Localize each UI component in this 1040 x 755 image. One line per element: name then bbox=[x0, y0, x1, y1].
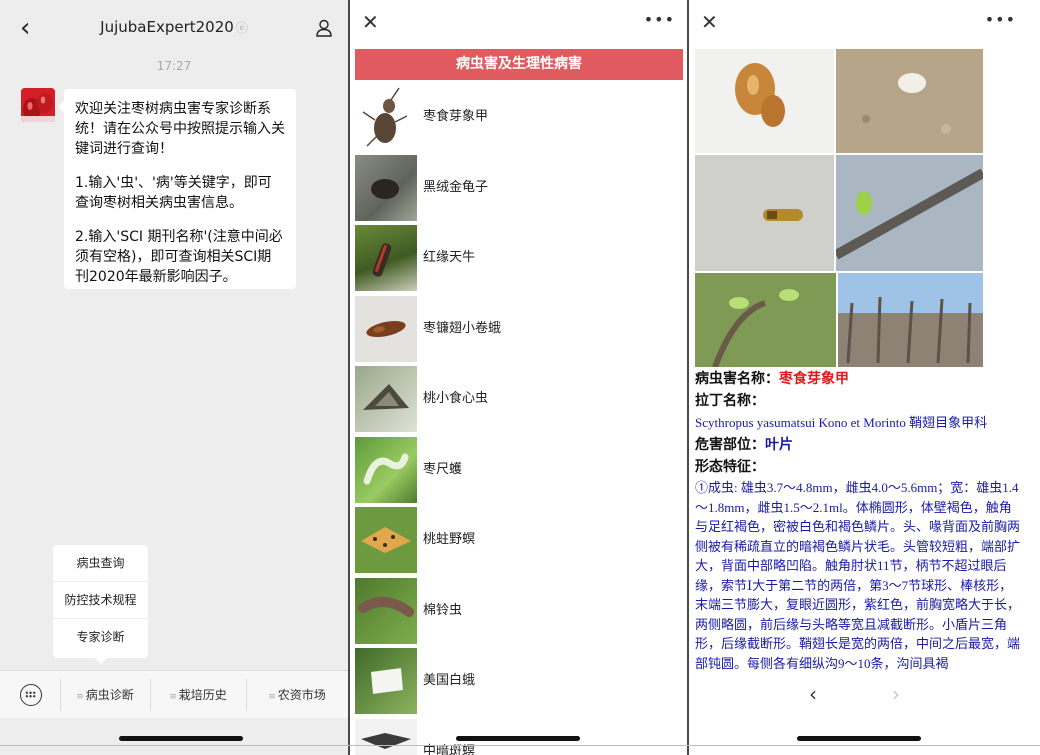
submenu-pest-query[interactable]: 病虫查询 bbox=[53, 545, 148, 582]
damage-part-value: 叶片 bbox=[765, 437, 793, 453]
list-item[interactable]: 桃蛀野螟 bbox=[355, 505, 683, 576]
menu-label: 栽培历史 bbox=[178, 688, 227, 702]
official-account-menu-bar: ≡ 病虫诊断 ≡ 栽培历史 ≡ 农资市场 bbox=[0, 670, 348, 718]
chat-top-bar: ‹ JujubaExpert2020 ⓔ bbox=[0, 0, 348, 56]
message-paragraph: 2.输入'SCI 期刊名称'(注意中间必须有空格)，即可查询相关SCI期刊202… bbox=[75, 229, 283, 285]
more-icon[interactable]: ••• bbox=[985, 10, 1016, 29]
pest-name: 枣镰翅小卷蛾 bbox=[423, 320, 502, 336]
pest-thumbnail bbox=[355, 718, 417, 755]
ear-icon: ⓔ bbox=[235, 21, 248, 35]
pest-photo-gallery bbox=[695, 49, 983, 367]
forward-arrow-icon[interactable]: › bbox=[892, 682, 900, 706]
menu-label: 农资市场 bbox=[277, 688, 326, 702]
list-item[interactable]: 枣镰翅小卷蛾 bbox=[355, 294, 683, 365]
menu-lines-icon: ≡ bbox=[268, 692, 276, 702]
menu-label: 病虫诊断 bbox=[85, 688, 134, 702]
latin-name-value: Scythropus yasumatsui Kono et Morinto 鞘翅… bbox=[695, 415, 988, 430]
pest-photo[interactable] bbox=[838, 273, 983, 367]
pest-photo[interactable] bbox=[836, 155, 983, 271]
latin-name-label: 拉丁名称： bbox=[695, 393, 765, 409]
home-indicator[interactable] bbox=[456, 736, 580, 741]
pest-detail-screen: ✕ ••• 病虫害名称：枣食芽象甲 拉丁名称： Scythropus yasum… bbox=[689, 0, 1028, 755]
close-icon[interactable]: ✕ bbox=[362, 10, 379, 34]
pest-thumbnail bbox=[355, 648, 417, 714]
list-item[interactable]: 枣尺蠖 bbox=[355, 435, 683, 506]
pest-thumbnail bbox=[355, 154, 417, 221]
pest-thumbnail bbox=[355, 295, 417, 362]
list-item[interactable]: 桃小食心虫 bbox=[355, 364, 683, 435]
pest-photo[interactable] bbox=[836, 49, 983, 153]
list-item[interactable]: 黑绒金龟子 bbox=[355, 153, 683, 224]
jujube-logo-icon bbox=[21, 88, 55, 122]
chat-screen: ‹ JujubaExpert2020 ⓔ 17:27 欢迎关注枣树病虫害专家诊断系… bbox=[0, 0, 348, 755]
list-item[interactable]: 美国白蛾 bbox=[355, 646, 683, 717]
menu-pest-diagnosis[interactable]: ≡ 病虫诊断 bbox=[60, 671, 150, 719]
pest-name: 枣尺蠖 bbox=[423, 461, 463, 477]
field-label: 危害部位： bbox=[695, 437, 765, 453]
pest-name-row: 病虫害名称：枣食芽象甲 bbox=[695, 368, 1023, 390]
message-timestamp: 17:27 bbox=[156, 59, 192, 73]
home-indicator[interactable] bbox=[119, 736, 243, 741]
pest-thumbnail bbox=[355, 84, 417, 150]
pest-name: 棉铃虫 bbox=[423, 602, 463, 618]
chat-title-text: JujubaExpert2020 bbox=[100, 18, 234, 36]
field-label: 病虫害名称： bbox=[695, 371, 779, 387]
pest-thumbnail bbox=[355, 436, 417, 503]
avatar[interactable] bbox=[21, 88, 55, 122]
message-paragraph: 欢迎关注枣树病虫害专家诊断系统！请在公众号中按照提示输入关键词进行查询！ bbox=[75, 101, 285, 157]
page-navigation: ‹ › bbox=[689, 682, 1028, 708]
submenu-control-standards[interactable]: 防控技术规程 bbox=[53, 582, 148, 619]
pest-name: 红缘天牛 bbox=[423, 250, 476, 265]
list-item[interactable]: 枣食芽象甲 bbox=[355, 82, 683, 153]
menu-lines-icon: ≡ bbox=[169, 692, 177, 702]
pest-photo[interactable] bbox=[695, 273, 836, 367]
list-header: 病虫害及生理性病害 bbox=[355, 49, 683, 80]
back-arrow-icon[interactable]: ‹ bbox=[809, 682, 817, 706]
submenu-expert-diagnosis[interactable]: 专家诊断 bbox=[53, 619, 148, 656]
close-icon[interactable]: ✕ bbox=[701, 10, 718, 34]
profile-icon[interactable] bbox=[314, 18, 334, 38]
home-indicator[interactable] bbox=[797, 736, 921, 741]
chat-title: JujubaExpert2020 ⓔ bbox=[0, 18, 348, 36]
pest-name-value: 枣食芽象甲 bbox=[779, 371, 849, 387]
pest-info: 病虫害名称：枣食芽象甲 拉丁名称： Scythropus yasumatsui … bbox=[695, 368, 1023, 674]
pest-thumbnail bbox=[355, 507, 417, 573]
list-item[interactable]: 红缘天牛 bbox=[355, 223, 683, 294]
pest-photo[interactable] bbox=[695, 49, 834, 153]
more-icon[interactable]: ••• bbox=[644, 10, 675, 29]
keyboard-icon[interactable] bbox=[20, 684, 42, 706]
pest-photo[interactable] bbox=[695, 155, 834, 271]
morphology-label: 形态特征： bbox=[695, 459, 765, 475]
message-paragraph: 1.输入'虫'、'病'等关键字，即可查询枣树相关病虫害信息。 bbox=[75, 175, 272, 211]
menu-cultivation-history[interactable]: ≡ 栽培历史 bbox=[150, 671, 246, 719]
pest-name: 桃小食心虫 bbox=[423, 391, 489, 406]
damage-part-row: 危害部位：叶片 bbox=[695, 434, 1023, 456]
list-item[interactable]: 棉铃虫 bbox=[355, 576, 683, 647]
pest-thumbnail bbox=[355, 225, 417, 291]
pest-list-screen: ✕ ••• 病虫害及生理性病害 枣食芽象甲 黑绒金龟子 红缘天牛 枣镰翅小卷蛾 bbox=[350, 0, 687, 755]
pest-list: 枣食芽象甲 黑绒金龟子 红缘天牛 枣镰翅小卷蛾 桃小食心虫 枣尺蠖 桃蛀野螟 棉… bbox=[355, 82, 683, 755]
submenu-popup: 病虫查询 防控技术规程 专家诊断 bbox=[53, 545, 148, 664]
pest-name: 枣食芽象甲 bbox=[423, 109, 489, 124]
menu-agri-market[interactable]: ≡ 农资市场 bbox=[246, 671, 348, 719]
pest-thumbnail bbox=[355, 366, 417, 432]
menu-lines-icon: ≡ bbox=[76, 692, 84, 702]
pest-name: 黑绒金龟子 bbox=[423, 179, 489, 195]
pest-name: 美国白蛾 bbox=[423, 673, 476, 688]
morphology-text: ①成虫: 雄虫3.7～4.8mm，雌虫4.0～5.6mm；宽：雄虫1.4～1.8… bbox=[695, 480, 1021, 671]
welcome-message: 欢迎关注枣树病虫害专家诊断系统！请在公众号中按照提示输入关键词进行查询！ 1.输… bbox=[58, 89, 296, 289]
pest-name: 桃蛀野螟 bbox=[423, 532, 476, 547]
bottom-divider bbox=[0, 745, 1040, 746]
pest-thumbnail bbox=[355, 577, 417, 644]
